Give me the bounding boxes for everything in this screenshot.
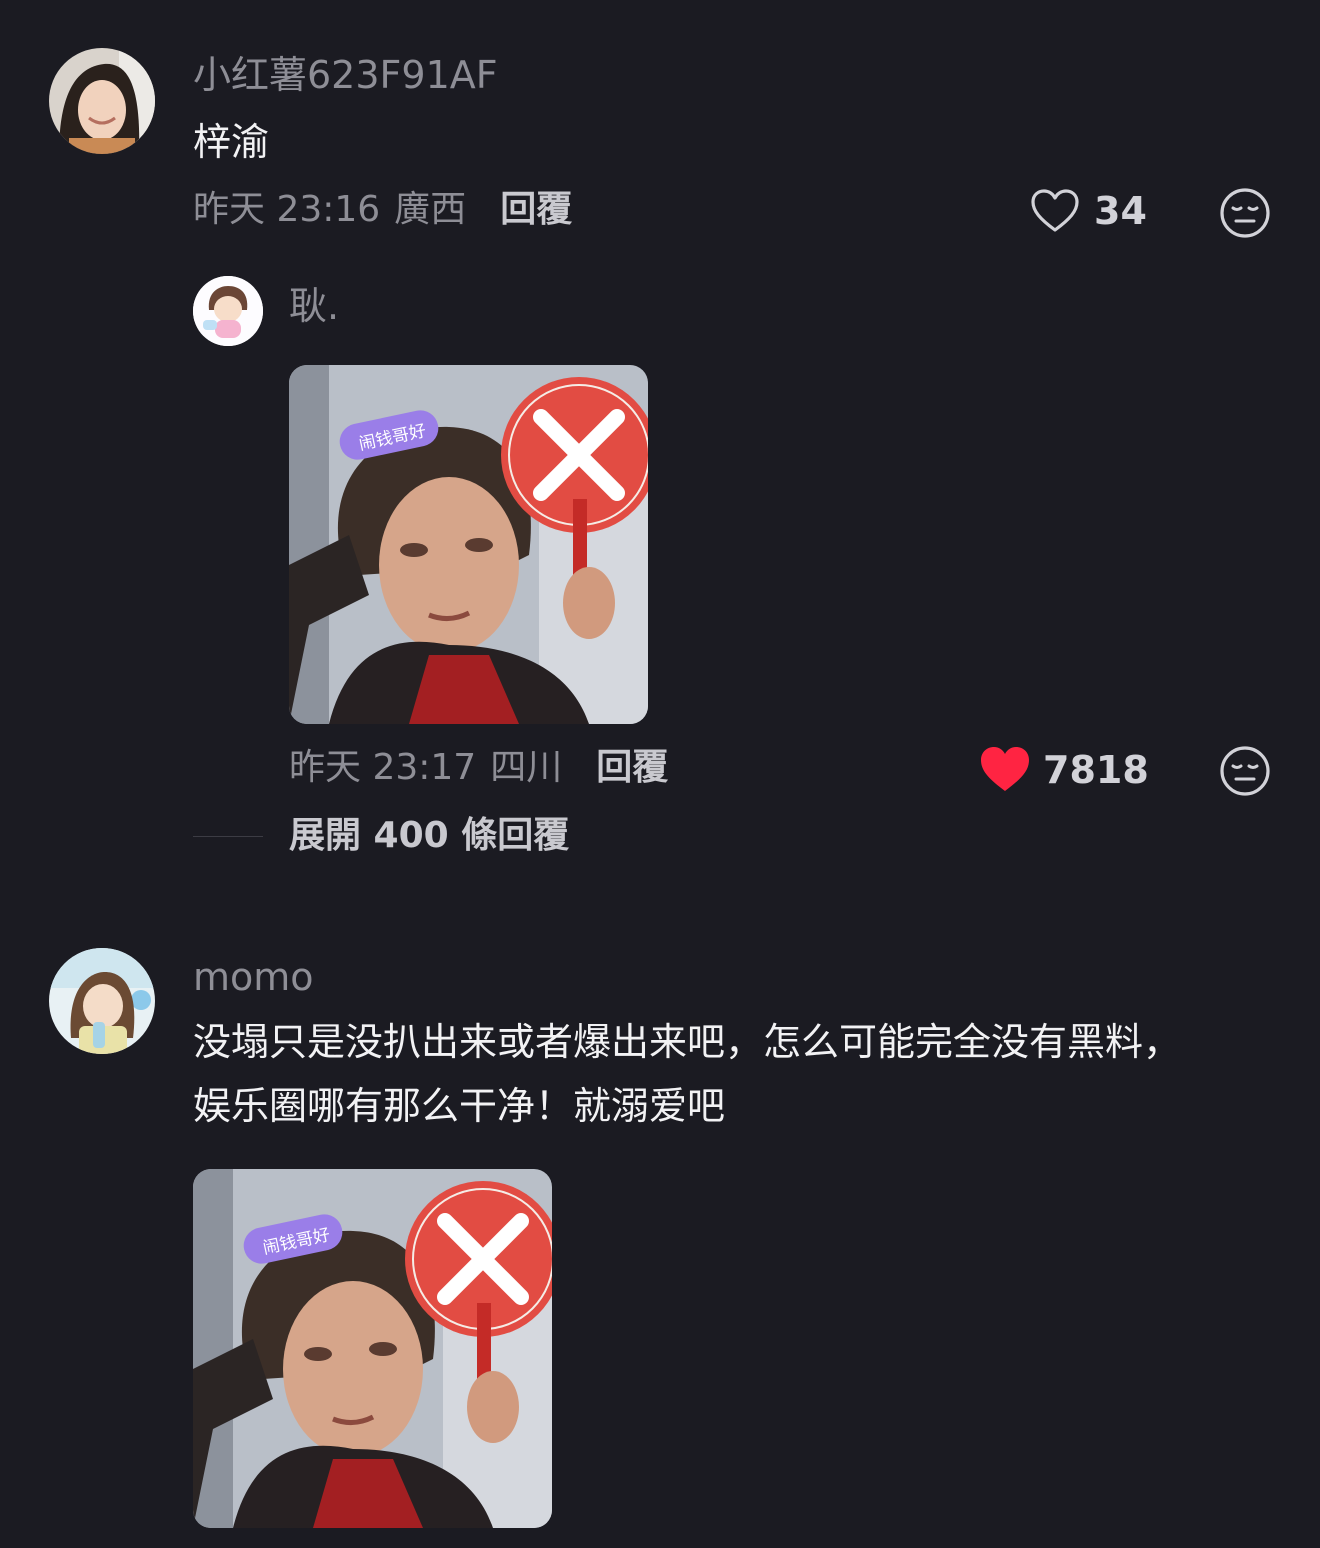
comment-time: 昨天 23:16 <box>193 189 381 230</box>
avatar[interactable] <box>49 948 155 1054</box>
like-count: 7818 <box>1043 748 1149 792</box>
like-count: 34 <box>1094 189 1147 233</box>
heart-outline-icon <box>1030 188 1080 234</box>
reply-time: 昨天 23:17 <box>289 747 477 788</box>
comment-author[interactable]: 小红薯623F91AF <box>193 56 498 94</box>
comment-meme-image[interactable]: 闹钱哥好 <box>193 1169 552 1528</box>
comment-text: 没塌只是没扒出来或者爆出来吧，怎么可能完全没有黑料，娱乐圈哪有那么干净！就溺爱吧 <box>193 1020 1182 1128</box>
like-button[interactable]: 34 <box>1030 188 1147 234</box>
like-button[interactable]: 7818 <box>979 746 1149 794</box>
reply-location: 四川 <box>490 747 563 788</box>
comment-location: 廣西 <box>394 189 467 230</box>
divider <box>193 836 263 837</box>
reply-button[interactable]: 回覆 <box>500 192 572 228</box>
expand-replies-button[interactable]: 展開 400 條回覆 <box>289 818 569 854</box>
reply-author[interactable]: 耿. <box>289 287 339 325</box>
neutral-face-icon[interactable] <box>1219 187 1271 239</box>
neutral-face-icon[interactable] <box>1219 745 1271 797</box>
reply-button[interactable]: 回覆 <box>596 750 668 786</box>
avatar[interactable] <box>49 48 155 154</box>
reply-meta: 昨天 23:17 四川 回覆 <box>289 750 668 786</box>
comment-text: 梓渝 <box>193 120 270 164</box>
avatar[interactable] <box>193 276 263 346</box>
comment-meta: 昨天 23:16 廣西 回覆 <box>193 192 572 228</box>
reply-meme-image[interactable]: 闹钱哥好 <box>289 365 648 724</box>
comment-author[interactable]: momo <box>193 958 314 996</box>
heart-filled-icon <box>979 746 1031 794</box>
